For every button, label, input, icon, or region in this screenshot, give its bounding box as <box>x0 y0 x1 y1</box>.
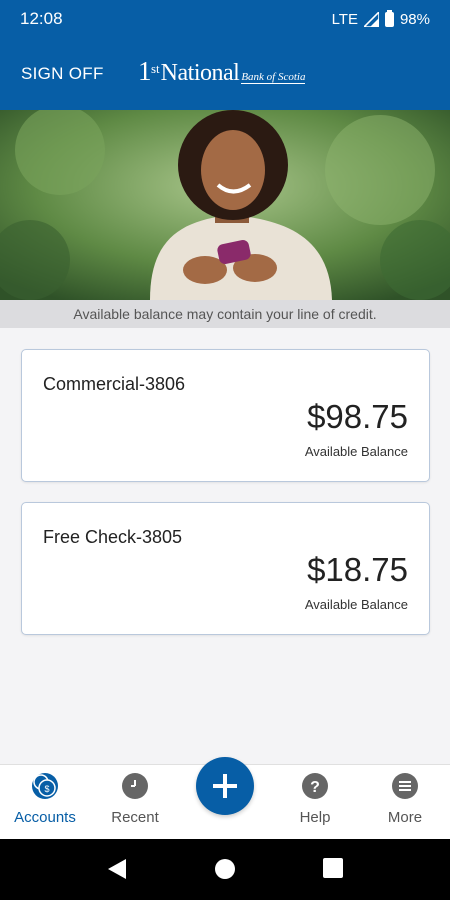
menu-icon <box>392 773 418 799</box>
status-time: 12:08 <box>20 9 63 28</box>
hero-photo-illustration <box>0 110 450 300</box>
tab-more-label: More <box>387 809 423 826</box>
hero-image <box>0 110 450 300</box>
recents-icon[interactable] <box>322 857 344 879</box>
status-indicators: LTE 98% <box>331 9 430 28</box>
account-card[interactable]: Free Check-3805 $18.75 Available Balance <box>21 502 430 635</box>
account-balance: $18.75 <box>307 551 408 588</box>
signal-icon <box>363 11 379 27</box>
dollar-coins-icon: $ <box>32 773 58 799</box>
battery-icon <box>384 9 394 27</box>
balance-label: Available Balance <box>304 597 408 612</box>
account-name: Commercial-3806 <box>43 374 186 394</box>
logo-ordinal: 1 <box>138 56 152 86</box>
system-nav-bar <box>0 839 450 900</box>
question-icon: ? <box>302 773 328 799</box>
account-balance: $98.75 <box>307 398 408 435</box>
tab-help-label: Help <box>299 809 331 826</box>
svg-text:$: $ <box>44 784 49 794</box>
network-label: LTE <box>331 10 358 28</box>
back-icon[interactable] <box>106 857 128 881</box>
tab-recent[interactable]: Recent <box>90 773 180 826</box>
svg-text:?: ? <box>310 779 320 796</box>
sign-off-button[interactable]: SIGN OFF <box>21 64 104 84</box>
account-card[interactable]: Commercial-3806 $98.75 Available Balance <box>21 349 430 482</box>
status-bar: 12:08 LTE 98% <box>0 0 450 38</box>
add-button[interactable] <box>196 757 254 815</box>
tab-accounts[interactable]: $ Accounts <box>0 773 90 826</box>
logo-suffix: Bank of Scotia <box>241 71 306 84</box>
app-bar: SIGN OFF 1 st National Bank of Scotia <box>0 38 450 110</box>
balance-notice: Available balance may contain your line … <box>0 300 450 328</box>
balance-label: Available Balance <box>304 444 408 459</box>
battery-level: 98% <box>399 10 430 28</box>
tab-recent-label: Recent <box>111 809 159 826</box>
account-name: Free Check-3805 <box>43 527 183 547</box>
clock-icon <box>122 773 148 799</box>
logo-name: National <box>160 60 240 86</box>
plus-icon <box>213 774 237 798</box>
tab-help[interactable]: ? Help <box>270 773 360 826</box>
home-icon[interactable] <box>213 857 237 881</box>
tab-accounts-label: Accounts <box>14 809 76 826</box>
tab-more[interactable]: More <box>360 773 450 826</box>
bank-logo: 1 st National Bank of Scotia <box>138 56 306 87</box>
logo-ordinal-suffix: st <box>151 61 160 76</box>
